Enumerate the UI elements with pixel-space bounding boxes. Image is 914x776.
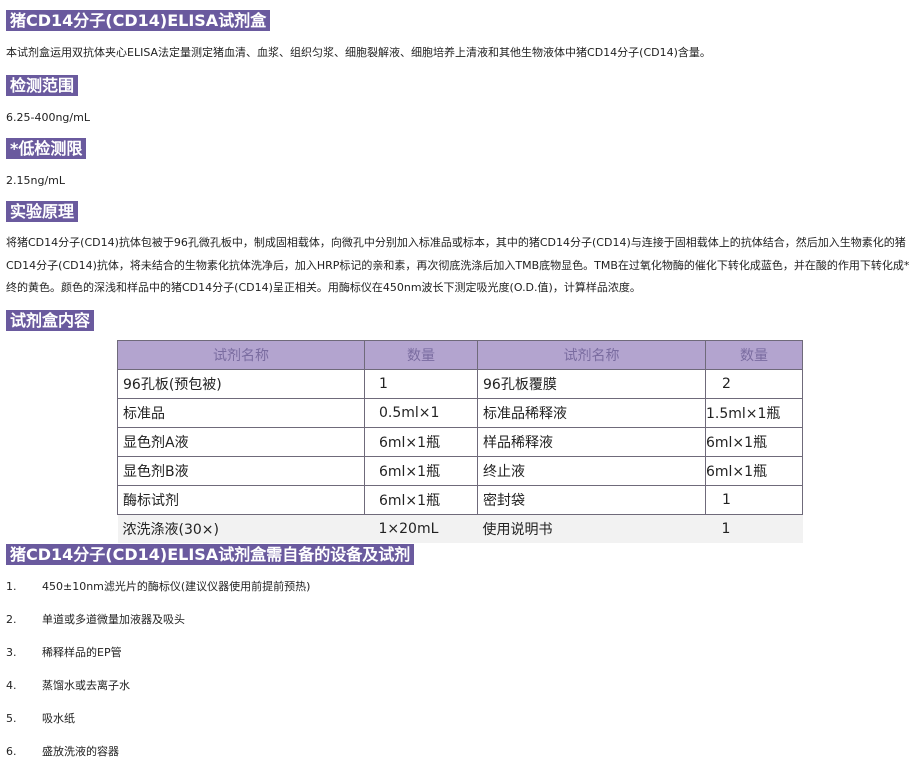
kit-contents-table: 试剂名称 数量 试剂名称 数量 96孔板(预包被) 1 96孔板覆膜 2 标准品… — [117, 340, 803, 543]
kit-header-name-1: 试剂名称 — [117, 340, 365, 370]
reagent-name: 终止液 — [477, 456, 706, 486]
limit-heading: *低检测限 — [6, 138, 87, 159]
reagent-name: 96孔板覆膜 — [477, 369, 706, 399]
reagent-qty: 6ml×1瓶 — [705, 427, 803, 457]
reagent-name: 使用说明书 — [477, 514, 706, 543]
equipment-item-text: 吸水纸 — [42, 712, 75, 725]
reagent-qty: 1×20mL — [364, 514, 478, 543]
table-row: 96孔板(预包被) 1 96孔板覆膜 2 — [117, 369, 803, 399]
equipment-item-text: 盛放洗液的容器 — [42, 745, 119, 758]
range-heading: 检测范围 — [6, 75, 79, 96]
kit-header-qty-2: 数量 — [705, 340, 803, 370]
reagent-qty: 6ml×1瓶 — [364, 456, 478, 486]
table-row: 显色剂B液 6ml×1瓶 终止液 6ml×1瓶 — [117, 456, 803, 486]
reagent-qty: 1.5ml×1瓶 — [705, 398, 803, 428]
equipment-item-text: 450±10nm滤光片的酶标仪(建议仪器使用前提前预热) — [42, 580, 311, 593]
equipment-item-text: 单道或多道微量加液器及吸头 — [42, 613, 185, 626]
kit-table-header-row: 试剂名称 数量 试剂名称 数量 — [117, 340, 803, 370]
intro-text: 本试剂盒运用双抗体夹心ELISA法定量测定猪血清、血浆、组织匀浆、细胞裂解液、细… — [6, 46, 711, 59]
table-row: 显色剂A液 6ml×1瓶 样品稀释液 6ml×1瓶 — [117, 427, 803, 457]
reagent-qty: 1 — [705, 514, 803, 543]
reagent-name: 浓洗涤液(30×) — [117, 514, 365, 543]
range-value: 6.25-400ng/mL — [6, 111, 90, 124]
kit-heading: 试剂盒内容 — [6, 310, 95, 331]
reagent-name: 酶标试剂 — [117, 485, 365, 515]
reagent-name: 密封袋 — [477, 485, 706, 515]
reagent-qty: 6ml×1瓶 — [705, 456, 803, 486]
table-row: 标准品 0.5ml×1 标准品稀释液 1.5ml×1瓶 — [117, 398, 803, 428]
equipment-heading: 猪CD14分子(CD14)ELISA试剂盒需自备的设备及试剂 — [6, 544, 415, 565]
principle-text: 将猪CD14分子(CD14)抗体包被于96孔微孔板中，制成固相载体，向微孔中分别… — [6, 236, 910, 294]
reagent-qty: 6ml×1瓶 — [364, 485, 478, 515]
reagent-qty: 0.5ml×1 — [364, 398, 478, 428]
table-row: 酶标试剂 6ml×1瓶 密封袋 1 — [117, 485, 803, 515]
reagent-qty: 1 — [705, 485, 803, 515]
table-row: 浓洗涤液(30×) 1×20mL 使用说明书 1 — [117, 514, 803, 543]
page-title: 猪CD14分子(CD14)ELISA试剂盒 — [6, 10, 271, 31]
kit-header-name-2: 试剂名称 — [477, 340, 706, 370]
reagent-qty: 6ml×1瓶 — [364, 427, 478, 457]
equipment-item-text: 蒸馏水或去离子水 — [42, 679, 130, 692]
equipment-item-text: 稀释样品的EP管 — [42, 646, 122, 659]
principle-heading: 实验原理 — [6, 201, 79, 222]
reagent-name: 标准品稀释液 — [477, 398, 706, 428]
reagent-name: 样品稀释液 — [477, 427, 706, 457]
reagent-name: 标准品 — [117, 398, 365, 428]
limit-value: 2.15ng/mL — [6, 174, 65, 187]
reagent-qty: 2 — [705, 369, 803, 399]
reagent-name: 显色剂A液 — [117, 427, 365, 457]
reagent-name: 96孔板(预包被) — [117, 369, 365, 399]
reagent-name: 显色剂B液 — [117, 456, 365, 486]
kit-header-qty-1: 数量 — [364, 340, 478, 370]
reagent-qty: 1 — [364, 369, 478, 399]
